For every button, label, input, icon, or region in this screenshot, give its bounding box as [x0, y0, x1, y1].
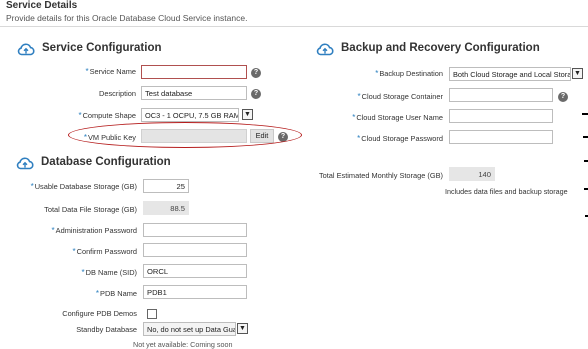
cloud-storage-container-input[interactable] [449, 88, 553, 102]
storage-note: Includes data files and backup storage [445, 187, 568, 196]
pdb-name-input[interactable]: PDB1 [143, 285, 247, 299]
configure-pdb-demos-checkbox[interactable] [147, 309, 157, 319]
edge-artifact [582, 113, 588, 115]
pdb-name-label: *PDB Name [95, 289, 137, 298]
backup-destination-select[interactable]: Both Cloud Storage and Local Storage [449, 67, 571, 81]
confirm-password-label: *Confirm Password [72, 247, 138, 256]
help-icon[interactable]: ? [558, 92, 568, 102]
chevron-down-icon[interactable]: ▼ [242, 109, 253, 120]
highlight-ellipse [68, 122, 302, 148]
edge-artifact [583, 136, 588, 138]
cloud-upload-icon [17, 43, 35, 56]
chevron-down-icon[interactable]: ▼ [237, 323, 248, 334]
service-name-input[interactable] [141, 65, 247, 79]
admin-password-label: *Administration Password [51, 226, 137, 235]
cloud-upload-icon [16, 157, 34, 170]
cloud-storage-container-label: *Cloud Storage Container [357, 92, 443, 101]
help-icon[interactable]: ? [251, 68, 261, 78]
cloud-storage-user-label: *Cloud Storage User Name [352, 113, 443, 122]
total-data-storage-value: 88.5 [143, 201, 189, 215]
cloud-upload-icon [316, 43, 334, 56]
backup-destination-label: *Backup Destination [375, 69, 443, 78]
db-name-input[interactable]: ORCL [143, 264, 247, 278]
cloud-storage-user-input[interactable] [449, 109, 553, 123]
db-name-label: *DB Name (SID) [81, 268, 137, 277]
page-title: Service Details [6, 0, 78, 11]
admin-password-input[interactable] [143, 223, 247, 237]
cloud-storage-password-input[interactable] [449, 130, 553, 144]
confirm-password-input[interactable] [143, 243, 247, 257]
backup-config-title: Backup and Recovery Configuration [341, 42, 540, 54]
standby-database-select[interactable]: No, do not set up Data Guard [143, 322, 236, 336]
database-config-title: Database Configuration [41, 156, 171, 168]
chevron-down-icon[interactable]: ▼ [572, 68, 583, 79]
total-monthly-storage-label: Total Estimated Monthly Storage (GB) [318, 171, 443, 180]
usable-storage-input[interactable]: 25 [143, 179, 189, 193]
edge-artifact [584, 188, 588, 190]
total-data-storage-label: Total Data File Storage (GB) [44, 205, 137, 214]
compute-shape-select[interactable]: OC3 - 1 OCPU, 7.5 GB RAM [141, 108, 239, 122]
description-input[interactable]: Test database [141, 86, 247, 100]
usable-storage-label: *Usable Database Storage (GB) [30, 182, 137, 191]
header-divider [0, 26, 588, 27]
page-subtitle: Provide details for this Oracle Database… [6, 13, 248, 23]
cloud-storage-password-label: *Cloud Storage Password [357, 134, 443, 143]
compute-shape-label: *Compute Shape [78, 111, 136, 120]
configure-pdb-demos-label: Configure PDB Demos [62, 309, 137, 318]
service-config-title: Service Configuration [42, 42, 162, 54]
help-icon[interactable]: ? [251, 89, 261, 99]
total-monthly-storage-value: 140 [449, 167, 495, 181]
edge-artifact [584, 160, 588, 162]
service-name-label: *Service Name [85, 67, 136, 76]
description-label: Description [99, 89, 136, 98]
standby-database-label: Standby Database [76, 325, 137, 334]
